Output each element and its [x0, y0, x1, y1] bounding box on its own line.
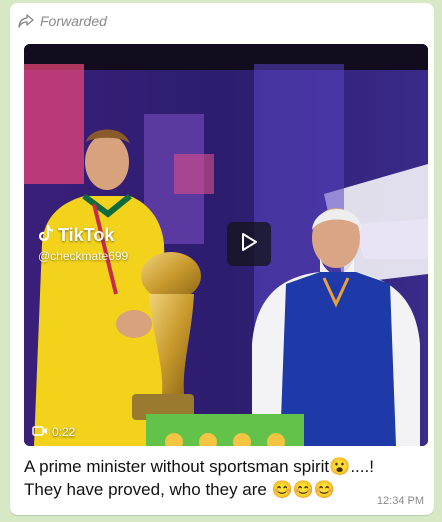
message-caption: A prime minister without sportsman spiri… [24, 455, 424, 501]
forwarded-label: Forwarded [40, 13, 107, 29]
tiktok-watermark: TikTok @checkmate699 [38, 224, 128, 263]
video-thumbnail[interactable]: TikTok @checkmate699 0:22 [24, 44, 428, 446]
forwarded-indicator: Forwarded [18, 10, 107, 32]
forward-arrow-icon [18, 14, 34, 28]
tiktok-logo-icon [38, 224, 54, 247]
tiktok-brand-label: TikTok [58, 225, 115, 245]
video-duration: 0:22 [32, 424, 75, 440]
play-button[interactable] [227, 222, 271, 266]
caption-line-2: They have proved, who they are 😊😊😊 [24, 480, 336, 499]
message-timestamp: 12:34 PM [376, 495, 424, 507]
tiktok-handle: @checkmate699 [38, 249, 129, 263]
play-icon [240, 232, 258, 257]
video-camera-icon [32, 425, 48, 440]
caption-line-1: A prime minister without sportsman spiri… [24, 457, 374, 476]
duration-label: 0:22 [52, 425, 76, 439]
